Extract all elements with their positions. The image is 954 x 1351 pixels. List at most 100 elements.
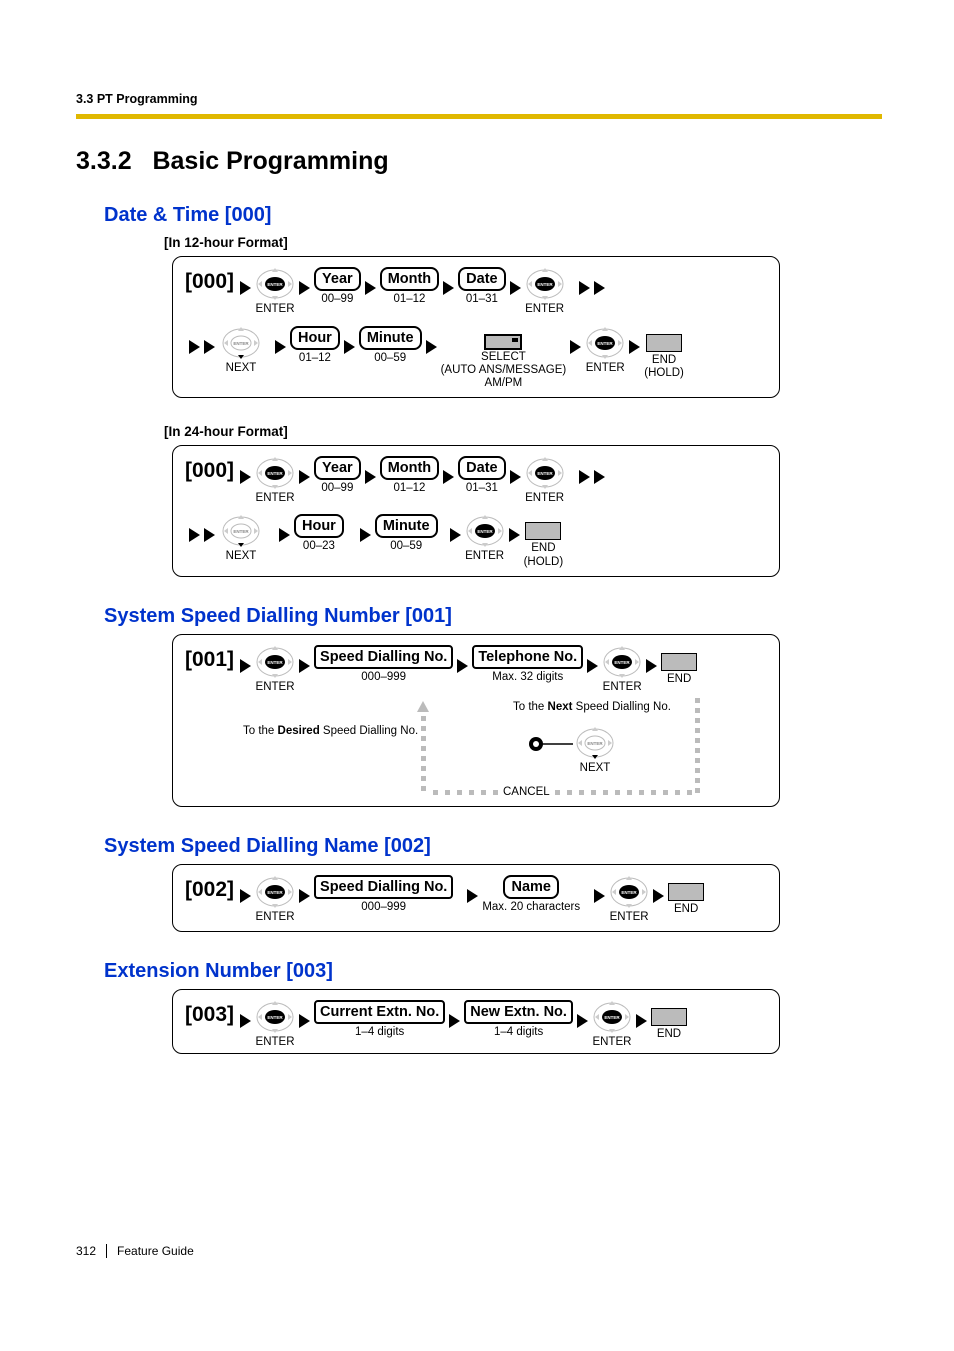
end-button-icon [651, 1008, 687, 1026]
code-000: [000] [183, 456, 236, 486]
svg-text:ENTER: ENTER [267, 471, 283, 476]
enter-icon: ENTER [255, 267, 295, 301]
svg-text:ENTER: ENTER [267, 282, 283, 287]
arrow-icon [189, 340, 200, 354]
label-cancel: CANCEL [503, 786, 550, 798]
arrow-icon [594, 889, 605, 903]
range-hour: 01–12 [299, 352, 331, 365]
svg-text:ENTER: ENTER [598, 341, 614, 346]
svg-text:ENTER: ENTER [621, 890, 637, 895]
label-enter: ENTER [592, 1036, 631, 1049]
arrow-icon [510, 281, 521, 295]
enter-icon: ENTER [609, 875, 649, 909]
svg-text:ENTER: ENTER [267, 890, 283, 895]
subhead-12h: [In 12-hour Format] [164, 235, 882, 250]
arrow-icon [443, 281, 454, 295]
arrow-icon [577, 1014, 588, 1028]
arrow-icon [204, 528, 215, 542]
arrow-icon [204, 340, 215, 354]
label-end: END [674, 903, 698, 916]
arrow-icon [646, 659, 657, 673]
svg-text:ENTER: ENTER [233, 529, 249, 534]
diagram-002: [002] ENTER ENTER Speed Dialling No. 000… [172, 864, 780, 933]
svg-text:ENTER: ENTER [615, 660, 631, 665]
range-current-extn: 1–4 digits [355, 1026, 404, 1039]
range-new-extn: 1–4 digits [494, 1026, 543, 1039]
label-enter: ENTER [603, 681, 642, 694]
arrow-icon [636, 1014, 647, 1028]
step-hour: Hour [294, 514, 344, 538]
enter-icon: ENTER [255, 456, 295, 490]
label-enter: ENTER [256, 303, 295, 316]
arrow-icon [426, 340, 437, 354]
svg-text:ENTER: ENTER [267, 1015, 283, 1020]
range-date: 01–31 [466, 293, 498, 306]
page-footer: 312 Feature Guide [76, 1244, 882, 1258]
svg-text:ENTER: ENTER [604, 1015, 620, 1020]
diagram-000-12h: [000] ENTER ENTER Year 00–99 Month 01–12… [172, 256, 780, 398]
arrow-icon [299, 889, 310, 903]
range-year: 00–99 [321, 293, 353, 306]
next-icon: ENTER [221, 326, 261, 360]
arrow-icon [240, 1014, 251, 1028]
arrow-icon [299, 1014, 310, 1028]
label-enter: ENTER [256, 492, 295, 505]
label-enter: ENTER [525, 303, 564, 316]
svg-text:ENTER: ENTER [537, 471, 553, 476]
diagram-003: [003] ENTER ENTER Current Extn. No. 1–4 … [172, 989, 780, 1054]
label-enter: ENTER [586, 362, 625, 375]
branch-paths [183, 698, 771, 798]
svg-text:ENTER: ENTER [267, 660, 283, 665]
end-button-icon [661, 653, 697, 671]
arrow-icon [365, 281, 376, 295]
arrow-icon [275, 340, 286, 354]
enter-icon: ENTER [525, 456, 565, 490]
label-enter: ENTER [465, 550, 504, 563]
step-year: Year [314, 267, 361, 291]
step-telno: Telephone No. [472, 645, 583, 669]
range-hour: 00–23 [303, 540, 335, 553]
step-hour: Hour [290, 326, 340, 350]
enter-icon: ENTER [585, 326, 625, 360]
label-enter: ENTER [525, 492, 564, 505]
heading-001: System Speed Dialling Number [001] [104, 605, 882, 628]
enter-icon: ENTER [592, 1000, 632, 1034]
label-enter: ENTER [256, 681, 295, 694]
heading-date-time: Date & Time [000] [104, 204, 882, 227]
arrow-icon [240, 281, 251, 295]
arrow-icon [240, 659, 251, 673]
label-select-sub1: (AUTO ANS/MESSAGE) [441, 364, 567, 376]
range-minute: 00–59 [374, 352, 406, 365]
note-next: To the Next Speed Dialling No. [513, 701, 671, 713]
step-month: Month [380, 267, 439, 291]
page-number: 312 [76, 1244, 107, 1258]
heading-002: System Speed Dialling Name [002] [104, 835, 882, 858]
arrow-icon [587, 659, 598, 673]
range-sdn: 000–999 [361, 671, 406, 684]
end-button-icon [646, 334, 682, 352]
enter-icon: ENTER [255, 645, 295, 679]
label-next: NEXT [226, 362, 257, 375]
range-name: Max. 20 characters [482, 901, 580, 914]
label-select-sub2: AM/PM [485, 377, 523, 389]
label-enter: ENTER [256, 911, 295, 924]
step-name: Name [503, 875, 559, 899]
next-icon: ENTER [575, 726, 615, 760]
subhead-24h: [In 24-hour Format] [164, 424, 882, 439]
step-sdn: Speed Dialling No. [314, 645, 453, 669]
label-end: END [667, 673, 691, 686]
breadcrumb: 3.3 PT Programming [76, 92, 198, 106]
arrow-icon [365, 470, 376, 484]
arrow-icon [510, 470, 521, 484]
arrow-icon [653, 889, 664, 903]
label-hold: (HOLD) [644, 367, 684, 379]
arrow-icon [594, 470, 605, 484]
range-month: 01–12 [393, 293, 425, 306]
enter-icon: ENTER [602, 645, 642, 679]
arrow-icon [344, 340, 355, 354]
label-end: END [657, 1028, 681, 1041]
code-003: [003] [183, 1000, 236, 1030]
arrow-icon [443, 470, 454, 484]
arrow-icon [467, 889, 478, 903]
select-button-icon [484, 334, 522, 350]
